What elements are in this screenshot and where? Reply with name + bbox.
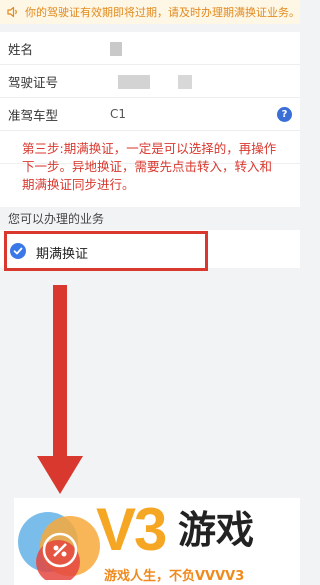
watermark-v3: V3 — [96, 496, 167, 563]
notice-text: 你的驾驶证有效期即将过期，请及时办理期满换证业务。 — [25, 6, 300, 19]
info-row-name: 姓名 — [0, 32, 300, 65]
info-row-license-number: 驾驶证号 — [0, 65, 300, 98]
redacted-license-number-part — [178, 75, 192, 89]
watermark-logo-icon — [18, 500, 102, 584]
redacted-name — [110, 42, 122, 56]
watermark-slogan: 游戏人生，不负VVVV3 — [104, 569, 245, 584]
down-arrow-icon — [37, 456, 83, 494]
row-label-vehicle-class: 准驾车型 — [8, 107, 59, 123]
section-title: 您可以办理的业务 — [8, 212, 105, 226]
instruction-annotation: 第三步:期满换证，一定是可以选择的，再操作下一步。异地换证，需要先点击转入，转入… — [22, 141, 277, 192]
info-row-vehicle-class: 准驾车型 C1 ? — [0, 98, 300, 131]
vehicle-class-value: C1 — [110, 107, 127, 121]
row-label-license-number: 驾驶证号 — [8, 74, 59, 90]
expiry-notice-bar: 你的驾驶证有效期即将过期，请及时办理期满换证业务。 — [0, 0, 300, 24]
help-icon[interactable]: ? — [277, 106, 292, 122]
watermark-game: 游戏 — [178, 508, 255, 552]
redacted-license-number — [118, 75, 150, 89]
arrow-shaft — [53, 285, 67, 458]
speaker-icon — [6, 5, 20, 19]
highlight-box — [4, 231, 208, 271]
row-label-name: 姓名 — [8, 41, 34, 57]
